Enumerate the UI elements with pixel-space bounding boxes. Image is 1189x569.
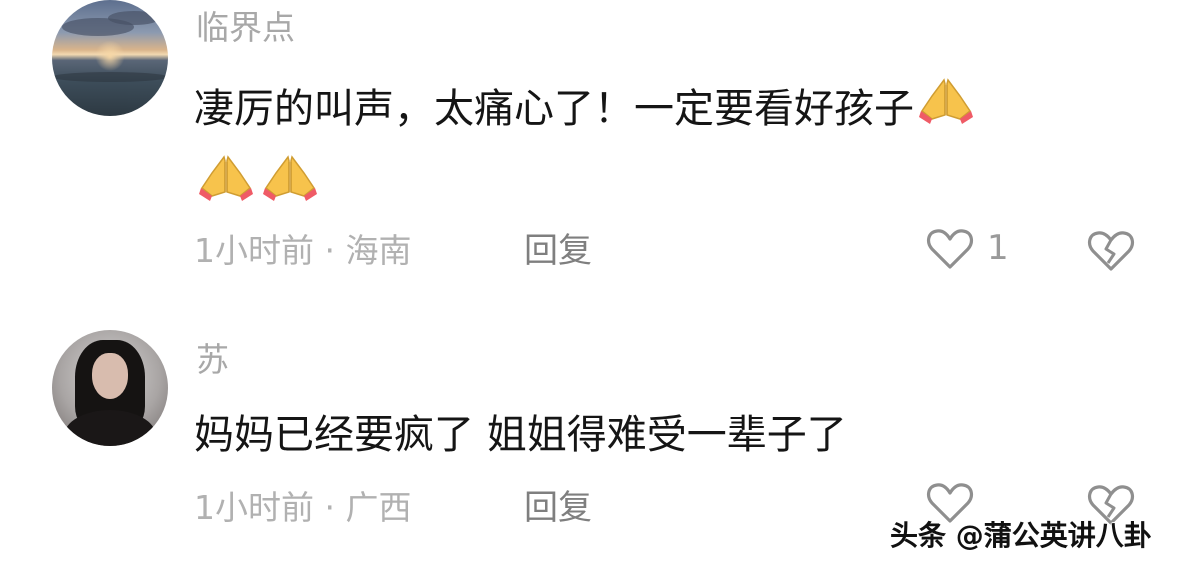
comment-time: 1小时前 [194, 488, 314, 527]
comment-time: 1小时前 [194, 231, 314, 270]
reply-button[interactable]: 回复 [524, 229, 592, 273]
comment-item: 临界点 凄厉的叫声，太痛心了！一定要看好孩子 1小时前 · 海南 回复 1 [0, 0, 1189, 300]
meta-separator: · [324, 231, 336, 270]
like-count: 1 [987, 228, 1009, 268]
username[interactable]: 临界点 [196, 8, 295, 48]
folded-hands-emoji [914, 66, 978, 130]
username[interactable]: 苏 [196, 340, 229, 380]
comment-text-line: 凄厉的叫声，太痛心了！一定要看好孩子 [194, 86, 914, 132]
comment-meta: 1小时前 · 海南 [194, 229, 412, 273]
meta-separator: · [324, 488, 336, 527]
dislike-button[interactable] [1085, 224, 1137, 276]
folded-hands-emoji [258, 143, 322, 207]
comment-text: 凄厉的叫声，太痛心了！一定要看好孩子 [194, 66, 1154, 220]
avatar[interactable] [52, 0, 168, 116]
comment-text: 妈妈已经要疯了 姐姐得难受一辈子了 [194, 412, 847, 458]
like-button[interactable]: 1 [925, 224, 1015, 278]
comment-meta: 1小时前 · 广西 [194, 486, 412, 530]
reply-button[interactable]: 回复 [524, 486, 592, 530]
avatar[interactable] [52, 330, 168, 446]
broken-heart-icon [1085, 231, 1137, 280]
folded-hands-emoji [194, 143, 258, 207]
watermark: 头条 @蒲公英讲八卦 [890, 519, 1152, 552]
comment-location: 广西 [345, 488, 412, 527]
heart-outline-icon [925, 224, 975, 274]
comment-location: 海南 [345, 231, 412, 270]
